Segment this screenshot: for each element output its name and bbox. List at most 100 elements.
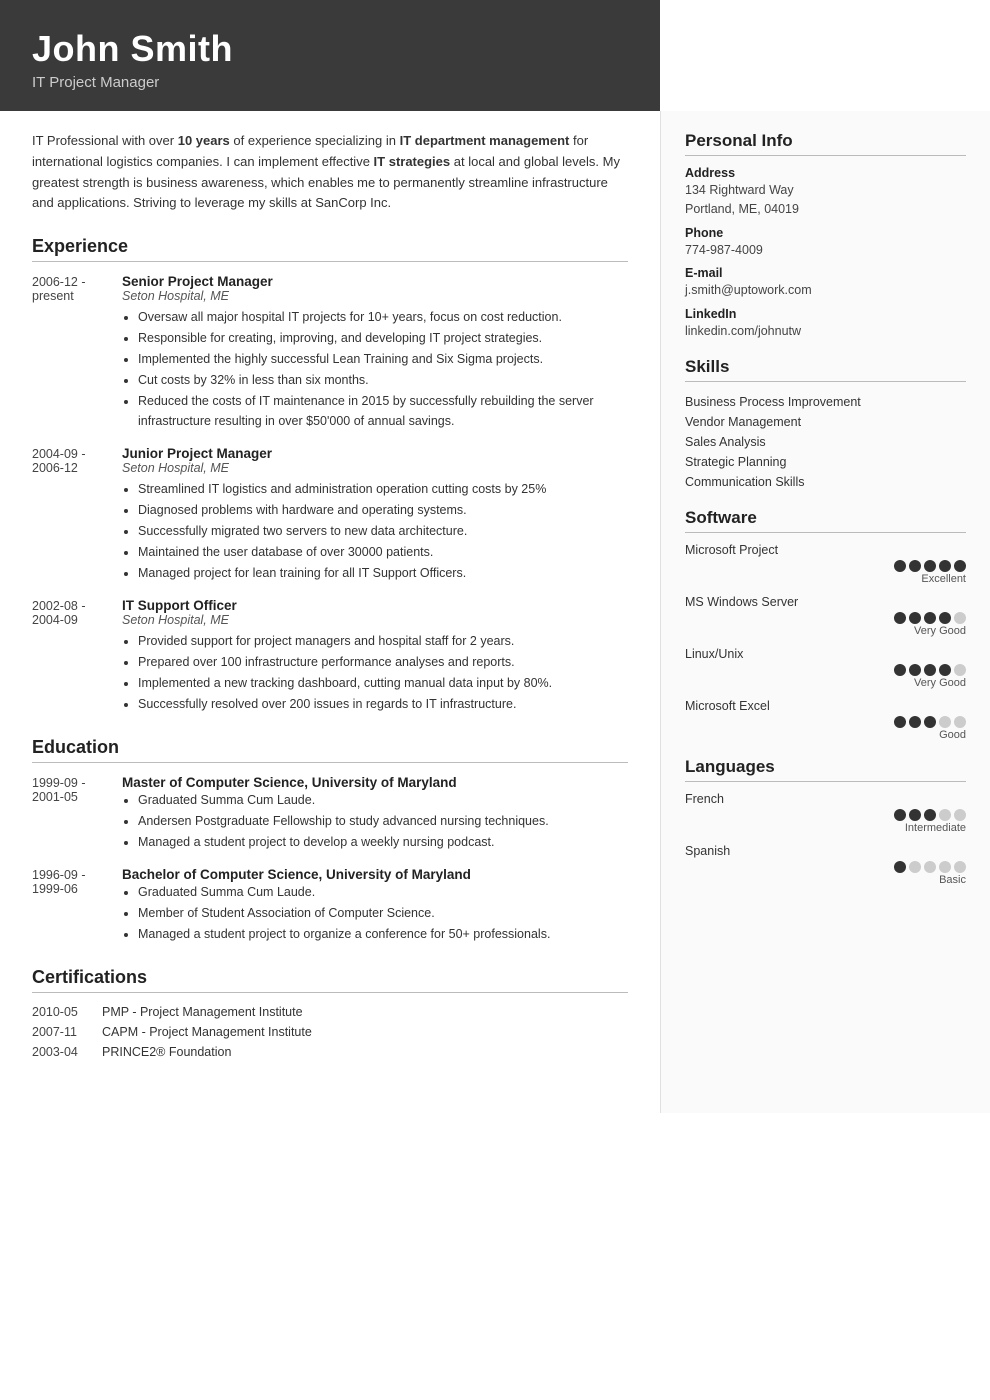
rating-label: Very Good xyxy=(685,625,966,637)
cert-date: 2007-11 xyxy=(32,1025,102,1039)
education-title: Education xyxy=(32,737,628,763)
rating-dots xyxy=(685,716,966,728)
software-name: Linux/Unix xyxy=(685,647,966,661)
dot-filled xyxy=(939,612,951,624)
entry-org: Seton Hospital, ME xyxy=(122,461,628,475)
dot-empty xyxy=(954,861,966,873)
rating-label: Excellent xyxy=(685,573,966,585)
dot-empty xyxy=(954,612,966,624)
person-name: John Smith xyxy=(32,28,628,70)
entry-content: Master of Computer Science, University o… xyxy=(122,775,628,853)
bullet-item: Cut costs by 32% in less than six months… xyxy=(138,370,628,390)
entry-content: Senior Project ManagerSeton Hospital, ME… xyxy=(122,274,628,432)
bullet-item: Member of Student Association of Compute… xyxy=(138,903,628,923)
email-value: j.smith@uptowork.com xyxy=(685,281,966,300)
bullet-item: Diagnosed problems with hardware and ope… xyxy=(138,500,628,520)
entry-bullets: Oversaw all major hospital IT projects f… xyxy=(122,307,628,431)
entry-bullets: Provided support for project managers an… xyxy=(122,631,628,714)
dot-filled xyxy=(894,612,906,624)
dot-empty xyxy=(954,809,966,821)
entry-content: Bachelor of Computer Science, University… xyxy=(122,867,628,945)
dot-filled xyxy=(894,861,906,873)
phone-label: Phone xyxy=(685,226,966,240)
entry-org: Seton Hospital, ME xyxy=(122,289,628,303)
bullet-item: Oversaw all major hospital IT projects f… xyxy=(138,307,628,327)
dot-filled xyxy=(909,809,921,821)
skill-item: Sales Analysis xyxy=(685,432,966,452)
dot-filled xyxy=(924,560,936,572)
entry-title: Master of Computer Science, University o… xyxy=(122,775,628,790)
rating-dots xyxy=(685,809,966,821)
dot-empty xyxy=(939,716,951,728)
entry-bullets: Graduated Summa Cum Laude.Andersen Postg… xyxy=(122,790,628,852)
languages-list: French Intermediate SpanishBasic xyxy=(685,792,966,886)
skills-title: Skills xyxy=(685,357,966,382)
entry-item: 2004-09 -2006-12Junior Project ManagerSe… xyxy=(32,446,628,584)
dot-filled xyxy=(909,664,921,676)
dot-filled xyxy=(894,809,906,821)
software-item: Linux/Unix Very Good xyxy=(685,647,966,689)
skill-item: Strategic Planning xyxy=(685,452,966,472)
bullet-item: Reduced the costs of IT maintenance in 2… xyxy=(138,391,628,431)
bullet-item: Prepared over 100 infrastructure perform… xyxy=(138,652,628,672)
entry-title: Junior Project Manager xyxy=(122,446,628,461)
bullet-item: Responsible for creating, improving, and… xyxy=(138,328,628,348)
entry-content: Junior Project ManagerSeton Hospital, ME… xyxy=(122,446,628,584)
rating-label: Good xyxy=(685,729,966,741)
dot-empty xyxy=(954,716,966,728)
entry-title: Bachelor of Computer Science, University… xyxy=(122,867,628,882)
cert-name: PMP - Project Management Institute xyxy=(102,1005,303,1019)
software-list: Microsoft ProjectExcellentMS Windows Ser… xyxy=(685,543,966,741)
linkedin-value: linkedin.com/johnutw xyxy=(685,322,966,341)
skill-item: Communication Skills xyxy=(685,472,966,492)
rating-label: Intermediate xyxy=(685,822,966,834)
bullet-item: Managed a student project to organize a … xyxy=(138,924,628,944)
entry-dates: 2002-08 -2004-09 xyxy=(32,598,122,715)
header: John Smith IT Project Manager xyxy=(0,0,660,111)
lang-name: French xyxy=(685,792,966,806)
lang-item: SpanishBasic xyxy=(685,844,966,886)
experience-section: Experience 2006-12 -presentSenior Projec… xyxy=(32,236,628,715)
software-name: Microsoft Excel xyxy=(685,699,966,713)
dot-filled xyxy=(924,809,936,821)
dot-filled xyxy=(894,560,906,572)
person-title: IT Project Manager xyxy=(32,74,628,91)
dot-filled xyxy=(924,612,936,624)
bullet-item: Graduated Summa Cum Laude. xyxy=(138,790,628,810)
bullet-item: Implemented a new tracking dashboard, cu… xyxy=(138,673,628,693)
dot-filled xyxy=(909,716,921,728)
entry-dates: 1999-09 -2001-05 xyxy=(32,775,122,853)
phone-value: 774-987-4009 xyxy=(685,241,966,260)
summary-section: IT Professional with over 10 years of ex… xyxy=(32,131,628,214)
bullet-item: Provided support for project managers an… xyxy=(138,631,628,651)
rating-dots xyxy=(685,861,966,873)
dot-filled xyxy=(939,664,951,676)
bullet-item: Graduated Summa Cum Laude. xyxy=(138,882,628,902)
side-column: Personal Info Address 134 Rightward WayP… xyxy=(660,111,990,1113)
bullet-item: Andersen Postgraduate Fellowship to stud… xyxy=(138,811,628,831)
dot-empty xyxy=(924,861,936,873)
dot-filled xyxy=(924,716,936,728)
entry-dates: 1996-09 -1999-06 xyxy=(32,867,122,945)
dot-empty xyxy=(939,861,951,873)
cert-name: PRINCE2® Foundation xyxy=(102,1045,231,1059)
bullet-item: Managed project for lean training for al… xyxy=(138,563,628,583)
experience-entries: 2006-12 -presentSenior Project ManagerSe… xyxy=(32,274,628,715)
rating-label: Very Good xyxy=(685,677,966,689)
dot-filled xyxy=(894,716,906,728)
software-item: Microsoft ProjectExcellent xyxy=(685,543,966,585)
dot-filled xyxy=(909,612,921,624)
cert-date: 2010-05 xyxy=(32,1005,102,1019)
entry-bullets: Graduated Summa Cum Laude.Member of Stud… xyxy=(122,882,628,944)
cert-item: 2010-05PMP - Project Management Institut… xyxy=(32,1005,628,1019)
certifications-title: Certifications xyxy=(32,967,628,993)
software-item: Microsoft Excel Good xyxy=(685,699,966,741)
entry-item: 1996-09 -1999-06Bachelor of Computer Sci… xyxy=(32,867,628,945)
skills-list: Business Process ImprovementVendor Manag… xyxy=(685,392,966,492)
address-label: Address xyxy=(685,166,966,180)
dot-filled xyxy=(939,560,951,572)
cert-item: 2003-04PRINCE2® Foundation xyxy=(32,1045,628,1059)
certifications-section: Certifications 2010-05PMP - Project Mana… xyxy=(32,967,628,1059)
entry-item: 2006-12 -presentSenior Project ManagerSe… xyxy=(32,274,628,432)
lang-name: Spanish xyxy=(685,844,966,858)
